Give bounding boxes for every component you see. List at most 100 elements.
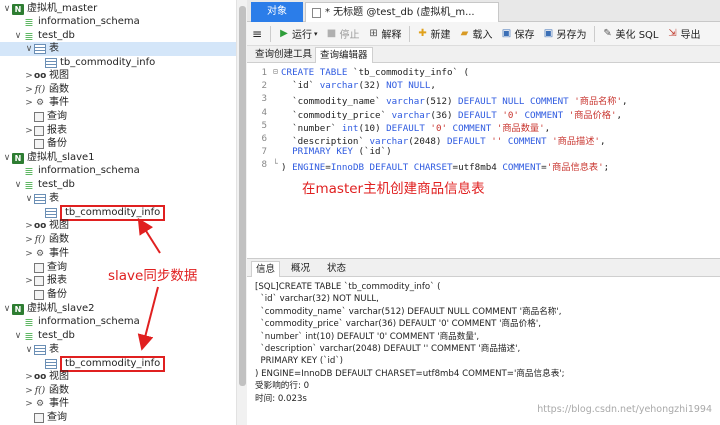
database-icon: ≣ <box>24 164 34 178</box>
tree-item[interactable]: ∨ ≣ test_db <box>0 329 75 343</box>
tree-item[interactable]: > f() 函数 <box>0 384 69 398</box>
chevron-down-icon[interactable]: ∨ <box>24 343 34 357</box>
chevron-right-icon[interactable]: > <box>24 384 34 398</box>
export-button[interactable]: ⇲ 导出 <box>662 23 704 45</box>
tree-scrollbar[interactable] <box>236 0 247 425</box>
tab-query-editor[interactable]: 查询编辑器 <box>315 47 373 63</box>
chevron-down-icon[interactable]: ∨ <box>24 42 34 56</box>
tree-item[interactable]: ∨ ≣ test_db <box>0 29 75 43</box>
tab-overview[interactable]: 概况 <box>287 261 314 277</box>
code-line: `description` varchar(2048) DEFAULT '' C… <box>281 133 605 147</box>
tree-item[interactable]: > 报表 <box>0 124 67 138</box>
run-button[interactable]: ▶ 运行 ▾ <box>274 23 322 45</box>
chevron-down-icon[interactable]: ∨ <box>2 302 12 316</box>
code-token: NOT NULL <box>386 80 431 92</box>
tree-item[interactable]: ≣ information_schema <box>0 315 139 329</box>
tab-query-builder[interactable]: 查询创建工具 <box>251 47 316 63</box>
code-token: `tb_commodity_info` ( <box>352 67 470 78</box>
tree-item[interactable]: ∨ N 虚拟机_slave1 <box>0 151 95 165</box>
chevron-down-icon[interactable]: ∨ <box>24 192 34 206</box>
tree-item[interactable]: ∨ N 虚拟机_slave2 <box>0 302 95 316</box>
tree-item[interactable]: ∨ 表 <box>0 192 59 206</box>
tree-item[interactable]: 查询 <box>0 411 67 425</box>
chevron-down-icon[interactable]: ∨ <box>13 178 23 192</box>
navigator-tree[interactable]: ∨ N 虚拟机_master ≣ information_schema ∨ ≣ test_db… <box>0 0 236 425</box>
chevron-right-icon[interactable]: > <box>24 69 34 83</box>
tree-item-label: 表 <box>49 344 59 355</box>
tree-item-label: 报表 <box>47 275 67 286</box>
code-token: varchar <box>319 80 359 92</box>
tree-item-label: 虚拟机_master <box>27 3 98 14</box>
beautify-sql-button[interactable]: ✎ 美化 SQL <box>598 23 663 45</box>
export-icon: ⇲ <box>668 27 677 39</box>
chevron-right-icon[interactable]: > <box>24 247 34 261</box>
tree-item[interactable]: > ⚙ 事件 <box>0 96 69 110</box>
tree-item[interactable]: 备份 <box>0 288 67 302</box>
tab-info[interactable]: 信息 <box>251 261 281 277</box>
tree-item-label: 视图 <box>49 70 69 81</box>
connection-icon: N <box>12 303 24 315</box>
tree-item[interactable]: > f() 函数 <box>0 83 69 97</box>
code-token: COMMENT <box>507 136 553 147</box>
tree-item-label: 事件 <box>49 398 69 409</box>
tree-item-label: 视图 <box>49 371 69 382</box>
tree-item[interactable]: tb_commodity_info <box>0 205 166 221</box>
chevron-down-icon[interactable]: ∨ <box>2 2 12 16</box>
tree-item-label: 虚拟机_slave2 <box>27 303 95 314</box>
tab-query-untitled[interactable]: * 无标题 @test_db (虚拟机_m... <box>305 2 499 22</box>
chevron-right-icon[interactable]: > <box>24 96 34 110</box>
tree-item[interactable]: 查询 <box>0 261 67 275</box>
chevron-right-icon[interactable]: > <box>24 233 34 247</box>
explain-button[interactable]: ⊞ 解释 <box>364 23 406 45</box>
new-button[interactable]: ✚ 新建 <box>413 23 455 45</box>
sql-editor[interactable]: 在master主机创建商品信息表 1 ⊟ CREATE TABLE `tb_comm… <box>247 63 720 257</box>
chevron-right-icon[interactable]: > <box>24 124 34 138</box>
chevron-down-icon[interactable]: ∨ <box>2 151 12 165</box>
tree-item[interactable]: > f() 函数 <box>0 233 69 247</box>
tree-item[interactable]: > 报表 <box>0 274 67 288</box>
tree-item[interactable]: tb_commodity_info <box>0 356 166 372</box>
chevron-right-icon[interactable]: > <box>24 397 34 411</box>
database-icon: ≣ <box>24 178 34 192</box>
chevron-down-icon[interactable]: ∨ <box>13 329 23 343</box>
line-number: 8 <box>261 159 267 171</box>
tables-icon <box>34 345 46 355</box>
chevron-right-icon[interactable]: > <box>24 274 34 288</box>
message-line: `number` int(10) DEFAULT '0' COMMENT '商品… <box>255 331 480 342</box>
fold-marker-icon[interactable]: ⊟ <box>273 67 278 76</box>
tree-item[interactable]: ∨ 表 <box>0 42 236 56</box>
tree-item[interactable]: ≣ information_schema <box>0 164 139 178</box>
tables-icon <box>34 44 46 54</box>
menu-button[interactable]: ≡ <box>247 23 267 45</box>
chevron-down-icon[interactable]: ∨ <box>13 29 23 43</box>
tree-item[interactable]: > oo 视图 <box>0 370 69 384</box>
tree-item[interactable]: > ⚙ 事件 <box>0 247 69 261</box>
tree-item[interactable]: ∨ N 虚拟机_master <box>0 2 97 16</box>
tree-item[interactable]: > oo 视图 <box>0 69 69 83</box>
tab-status[interactable]: 状态 <box>323 261 350 277</box>
tree-item-label: test_db <box>38 179 75 190</box>
tables-icon <box>34 194 46 204</box>
fold-marker-icon[interactable]: └ <box>273 159 278 168</box>
tree-item[interactable]: ∨ 表 <box>0 343 59 357</box>
tree-item-label: tb_commodity_info <box>60 57 156 68</box>
scrollbar-thumb[interactable] <box>239 6 246 386</box>
tree-item[interactable]: 备份 <box>0 137 67 151</box>
tree-item[interactable]: > oo 视图 <box>0 219 69 233</box>
save-button[interactable]: ▣ 保存 <box>497 23 539 45</box>
message-line: `commodity_name` varchar(512) DEFAULT NU… <box>255 306 562 317</box>
stop-button[interactable]: ■ 停止 <box>322 23 364 45</box>
chevron-right-icon[interactable]: > <box>24 83 34 97</box>
save-as-button[interactable]: ▣ 另存为 <box>539 23 591 45</box>
run-label: 运行 <box>292 30 312 41</box>
tree-item[interactable]: ≣ information_schema <box>0 15 139 29</box>
chevron-right-icon[interactable]: > <box>24 370 34 384</box>
chevron-right-icon[interactable]: > <box>24 219 34 233</box>
tree-item[interactable]: > ⚙ 事件 <box>0 397 69 411</box>
code-token: '商品价格' <box>568 109 617 121</box>
tab-objects[interactable]: 对象 <box>251 2 303 22</box>
tree-item[interactable]: 查询 <box>0 110 67 124</box>
load-button[interactable]: ▰ 载入 <box>455 23 497 45</box>
tree-item[interactable]: tb_commodity_info <box>0 56 155 70</box>
tree-item[interactable]: ∨ ≣ test_db <box>0 178 75 192</box>
